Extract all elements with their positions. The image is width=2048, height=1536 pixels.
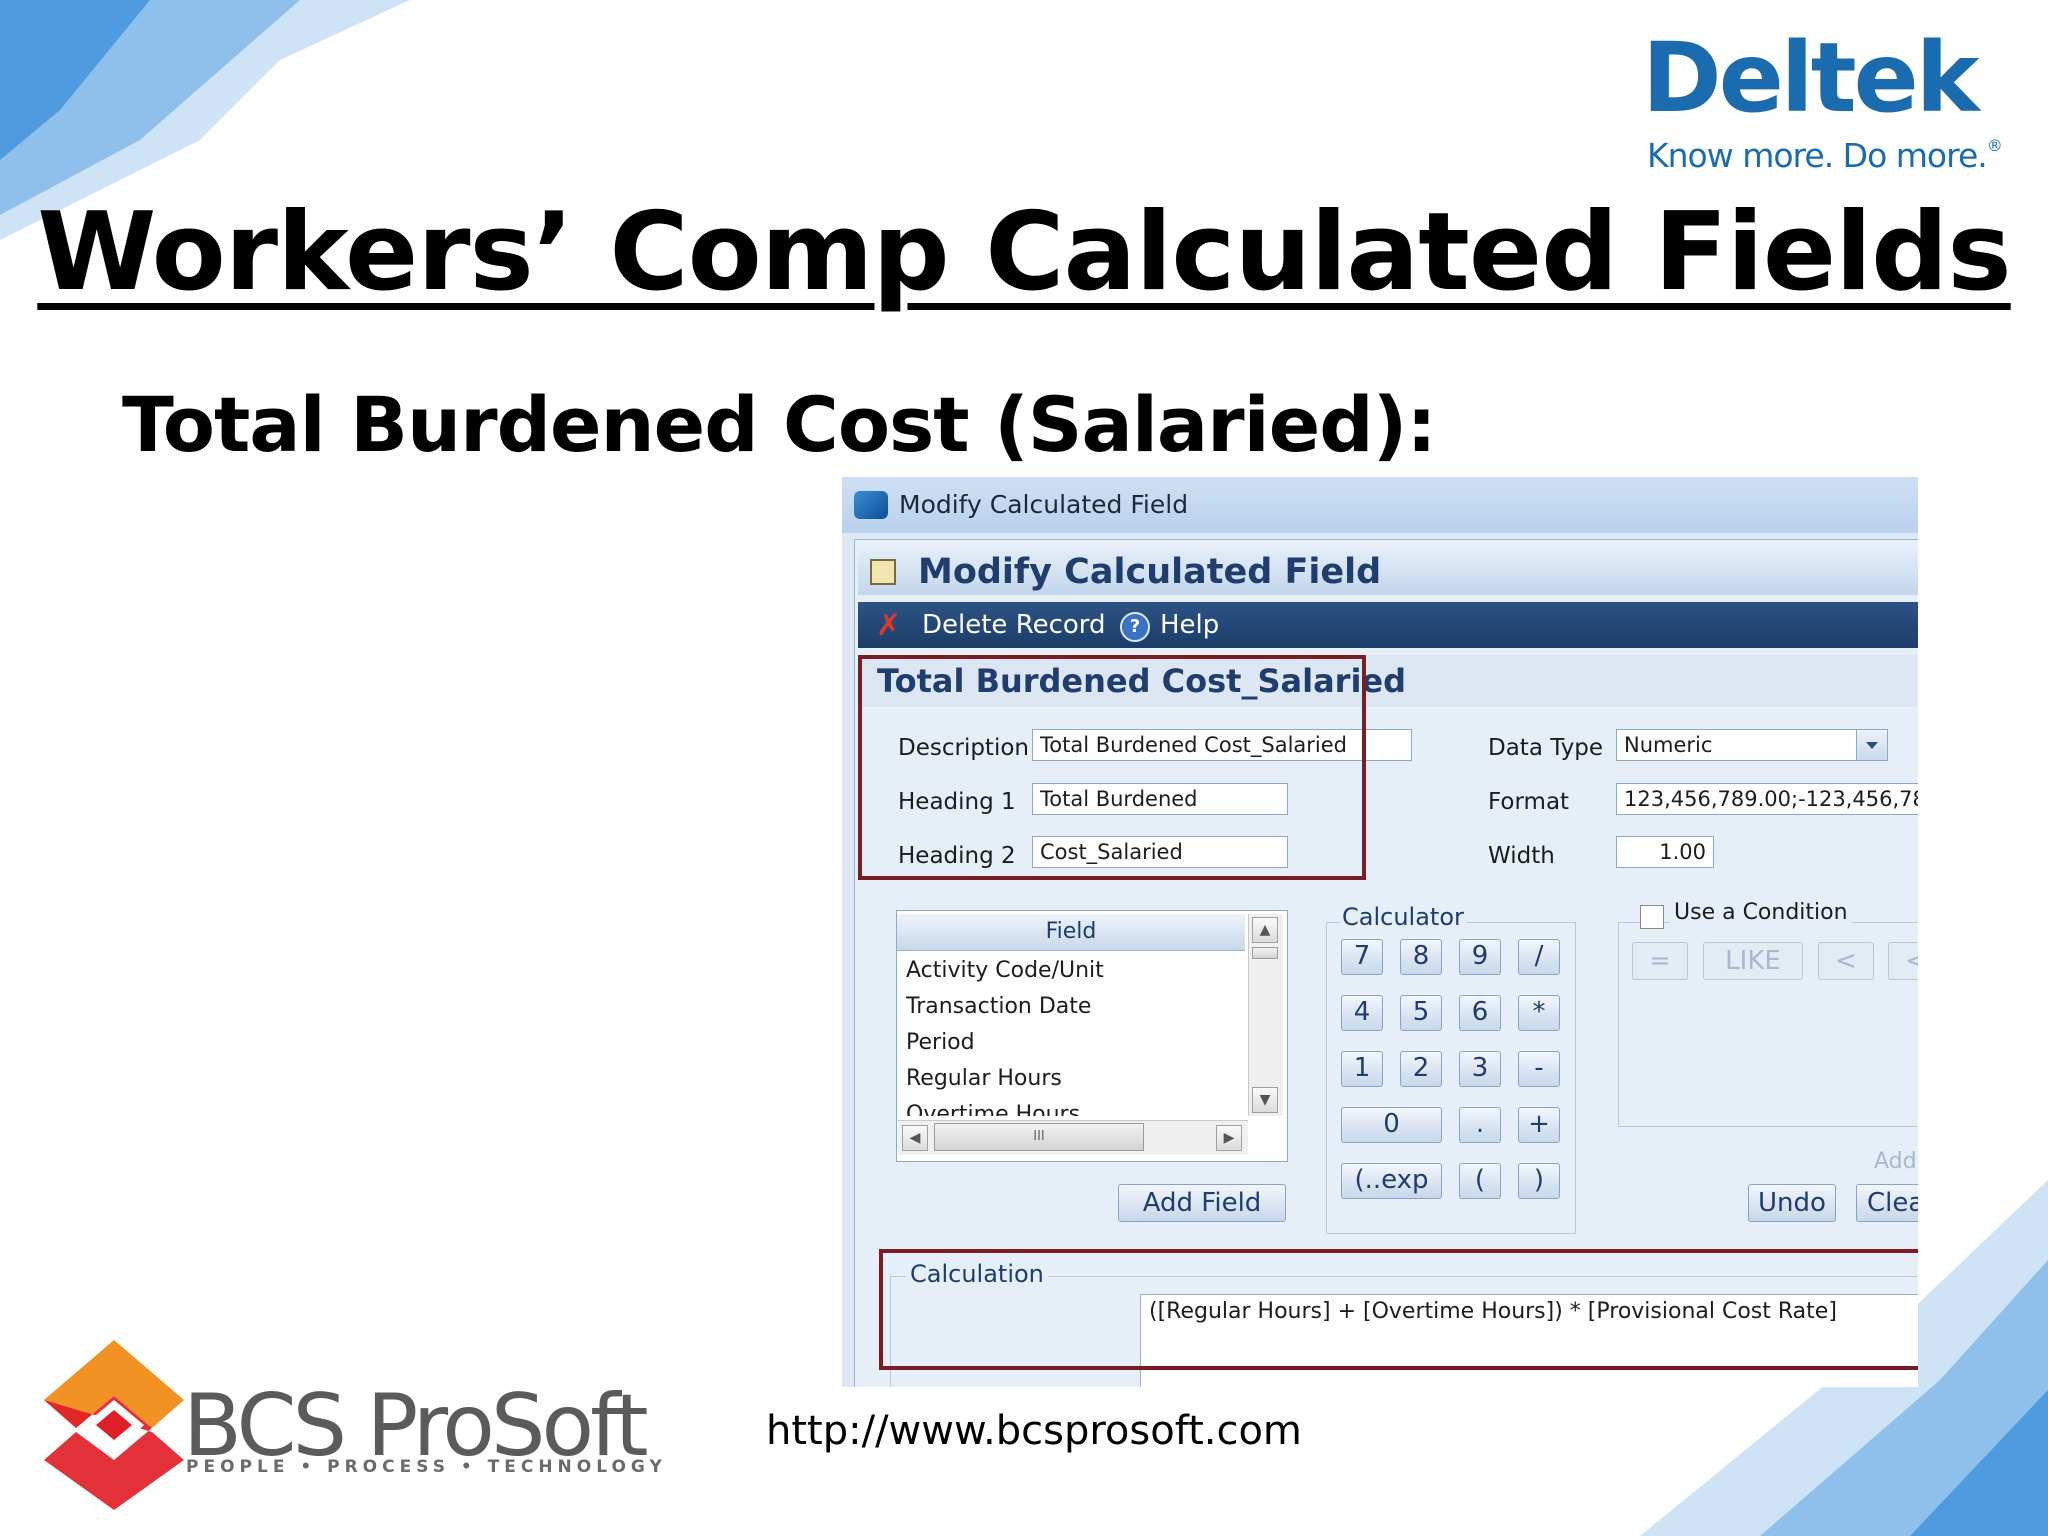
calc-key-close-paren[interactable]: ) [1518,1163,1560,1199]
list-item[interactable]: Regular Hours [906,1066,1062,1091]
scroll-thumb[interactable] [1252,947,1278,959]
form-title: Modify Calculated Field [918,552,1382,592]
calc-key-plus[interactable]: + [1518,1107,1560,1143]
scroll-up-icon[interactable]: ▲ [1252,917,1278,943]
vertical-scrollbar[interactable] [1248,914,1283,1116]
deltek-logo: Deltek [1642,22,1980,134]
use-condition-checkbox[interactable] [1640,905,1664,929]
delete-icon[interactable]: ✗ [876,608,901,643]
width-field[interactable]: 1.00 [1616,836,1714,868]
app-icon [854,491,888,519]
width-label: Width [1488,843,1555,869]
data-type-label: Data Type [1488,735,1604,761]
bcs-tagline: PEOPLE • PROCESS • TECHNOLOGY [186,1457,667,1477]
scroll-thumb[interactable]: III [934,1123,1144,1151]
list-item[interactable]: Activity Code/Unit [906,958,1104,983]
format-field[interactable]: 123,456,789.00;-123,456,78 [1616,783,1918,815]
condition-equals-button[interactable]: = [1632,942,1688,980]
calc-key-9[interactable]: 9 [1459,939,1501,975]
window-title: Modify Calculated Field [899,490,1189,519]
condition-like-button[interactable]: LIKE [1703,942,1803,980]
condition-less-equal-button[interactable]: < [1888,942,1918,980]
calc-key-expression[interactable]: (..exp [1341,1163,1442,1199]
undo-button[interactable]: Undo [1748,1184,1836,1222]
highlight-calculation-box [879,1249,1918,1370]
deltek-tagline: Know more. Do more.® [1647,136,2003,175]
slide-subtitle: Total Burdened Cost (Salaried): [122,380,1437,469]
field-list-header[interactable]: Field [897,914,1245,951]
calc-key-3[interactable]: 3 [1459,1051,1501,1087]
bcs-logo-mark [44,1340,184,1510]
calc-key-open-paren[interactable]: ( [1459,1163,1501,1199]
calc-key-8[interactable]: 8 [1400,939,1442,975]
clear-button[interactable]: Clea [1856,1184,1918,1222]
slide-title: Workers’ Comp Calculated Fields [37,190,2011,315]
list-item[interactable]: Overtime Hours [906,1102,1080,1116]
data-type-select[interactable]: Numeric [1616,729,1888,761]
add-field-button[interactable]: Add Field [1118,1184,1286,1222]
chevron-down-icon [1866,742,1878,749]
scroll-down-icon[interactable]: ▼ [1252,1087,1278,1113]
edit-form-icon [870,559,896,585]
calc-key-decimal[interactable]: . [1459,1107,1501,1143]
calc-key-5[interactable]: 5 [1400,995,1442,1031]
calc-key-1[interactable]: 1 [1341,1051,1383,1087]
use-condition-label: Use a Condition [1670,900,1852,925]
calc-key-7[interactable]: 7 [1341,939,1383,975]
condition-less-than-button[interactable]: < [1818,942,1874,980]
calc-key-minus[interactable]: - [1518,1051,1560,1087]
calc-key-4[interactable]: 4 [1341,995,1383,1031]
list-item-clip: Overtime Hours [898,1097,1246,1116]
calc-key-2[interactable]: 2 [1400,1051,1442,1087]
condition-add-label[interactable]: Add [1874,1149,1917,1174]
website-url[interactable]: http://www.bcsprosoft.com [766,1408,1302,1454]
modify-calculated-field-window: Modify Calculated Field Modify Calculate… [842,477,1918,1387]
calculator-label: Calculator [1340,903,1466,931]
highlight-record-box [858,655,1366,880]
help-button[interactable]: Help [1160,610,1219,640]
delete-record-button[interactable]: Delete Record [922,610,1106,640]
calc-key-0[interactable]: 0 [1341,1107,1442,1143]
help-icon[interactable]: ? [1120,612,1150,642]
list-item[interactable]: Period [906,1030,975,1055]
scroll-left-icon[interactable]: ◀ [902,1125,928,1151]
dropdown-button[interactable] [1856,730,1887,760]
list-item[interactable]: Transaction Date [906,994,1091,1019]
format-label: Format [1488,789,1570,815]
calc-key-multiply[interactable]: * [1518,995,1560,1031]
calc-key-6[interactable]: 6 [1459,995,1501,1031]
scroll-right-icon[interactable]: ▶ [1216,1125,1242,1151]
calc-key-divide[interactable]: / [1518,939,1560,975]
